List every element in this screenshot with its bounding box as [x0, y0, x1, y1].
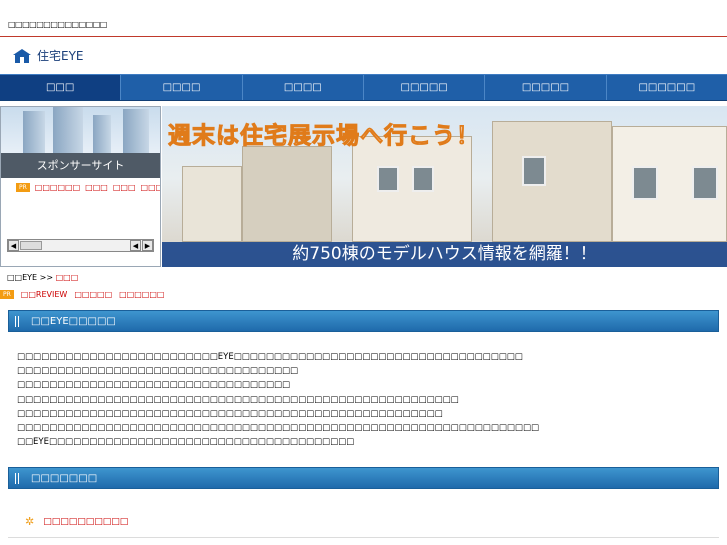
sponsor-link[interactable]: □□□: [113, 183, 136, 192]
list-item[interactable]: ✲ □□□□□□□□□□: [25, 515, 128, 528]
breadcrumb-separator: >>: [39, 273, 54, 282]
banner-tagline: 約750棟のモデルハウス情報を網羅！！: [162, 242, 727, 267]
breadcrumb: □□EYE >> □□□: [7, 273, 78, 282]
text-line: □□EYE□□□□□□□□□□□□□□□□□□□□□□□□□□□□□□□□□□□…: [17, 437, 355, 448]
logo-text: 住宅EYE: [37, 49, 84, 63]
section-title: □□□□□□□: [31, 473, 98, 484]
text-line: □□□□□□□□□□□□□□□□□□□□□□□□□□□□□□□□□□□: [17, 366, 299, 377]
section-marker-icon: [18, 473, 19, 484]
site-tagline: □□□□□□□□□□□□□□: [8, 20, 107, 29]
divider: [8, 537, 719, 538]
section-marker-icon: [15, 473, 16, 484]
section-marker-icon: [15, 316, 16, 327]
sponsor-link[interactable]: □□□: [85, 183, 108, 192]
section-header-sub: □□□□□□□: [8, 467, 719, 489]
scroll-right-icon[interactable]: ▶: [142, 240, 153, 251]
sun-bullet-icon: ✲: [25, 515, 35, 528]
pr-badge: PR: [0, 290, 14, 299]
main-nav: □□□ □□□□ □□□□ □□□□□ □□□□□ □□□□□□: [0, 74, 727, 101]
sponsor-link[interactable]: □□□□□: [141, 183, 160, 192]
house-icon: [13, 48, 31, 63]
pr-link[interactable]: □□REVIEW: [21, 290, 68, 299]
hero-banner[interactable]: 週末は住宅展示場へ行こう！ 約750棟のモデルハウス情報を網羅！！: [162, 106, 727, 267]
sponsor-link[interactable]: □□□□□□: [35, 183, 80, 192]
nav-item-2[interactable]: □□□□: [121, 75, 243, 100]
pr-links: PR □□REVIEW □□□□□ □□□□□□: [0, 290, 164, 299]
scroll-thumb[interactable]: [20, 241, 42, 250]
text-line: □□□□□□□□□□□□□□□□□□□□□□□□□□□□□□□□□□: [17, 380, 291, 391]
banner-headline: 週末は住宅展示場へ行こう！: [168, 123, 480, 150]
header-rule: [0, 36, 727, 37]
sponsor-title: スポンサーサイト: [1, 153, 160, 178]
site-logo[interactable]: 住宅EYE: [12, 47, 84, 64]
pr-link[interactable]: □□□□□: [74, 290, 112, 299]
section-marker-icon: [18, 316, 19, 327]
nav-item-4[interactable]: □□□□□: [364, 75, 486, 100]
about-text: □□□□□□□□□□□□□□□□□□□□□□□□□EYE□□□□□□□□□□□□…: [17, 350, 539, 449]
nav-item-5[interactable]: □□□□□: [485, 75, 607, 100]
nav-item-home[interactable]: □□□: [0, 75, 122, 100]
sponsor-box: スポンサーサイト PR □□□□□□ □□□ □□□ □□□□□ ◀ ◀ ▶: [0, 106, 161, 267]
breadcrumb-home[interactable]: □□EYE: [7, 273, 37, 282]
text-line: □□□□□□□□□□□□□□□□□□□□□□□□□□□□□□□□□□□□□□□□…: [17, 408, 443, 419]
breadcrumb-current[interactable]: □□□: [56, 273, 79, 282]
sponsor-links: PR □□□□□□ □□□ □□□ □□□□□: [16, 183, 160, 192]
pr-link[interactable]: □□□□□□: [119, 290, 164, 299]
nav-item-6[interactable]: □□□□□□: [607, 75, 727, 100]
scroll-left-icon[interactable]: ◀: [8, 240, 19, 251]
nav-item-3[interactable]: □□□□: [243, 75, 364, 100]
scroll-left-icon[interactable]: ◀: [130, 240, 141, 251]
section-title: □□EYE□□□□□: [31, 316, 116, 327]
section-header-about: □□EYE□□□□□: [8, 310, 719, 332]
pr-badge: PR: [16, 183, 30, 192]
text-line: □□□□□□□□□□□□□□□□□□□□□□□□□□□□□□□□□□□□□□□□…: [17, 423, 540, 434]
list-item-label: □□□□□□□□□□: [43, 516, 129, 527]
sponsor-image: [1, 107, 160, 161]
text-line: □□□□□□□□□□□□□□□□□□□□□□□□□EYE□□□□□□□□□□□□…: [17, 352, 523, 362]
horizontal-scrollbar[interactable]: ◀ ◀ ▶: [7, 239, 154, 252]
text-line: □□□□□□□□□□□□□□□□□□□□□□□□□□□□□□□□□□□□□□□□…: [17, 394, 459, 405]
